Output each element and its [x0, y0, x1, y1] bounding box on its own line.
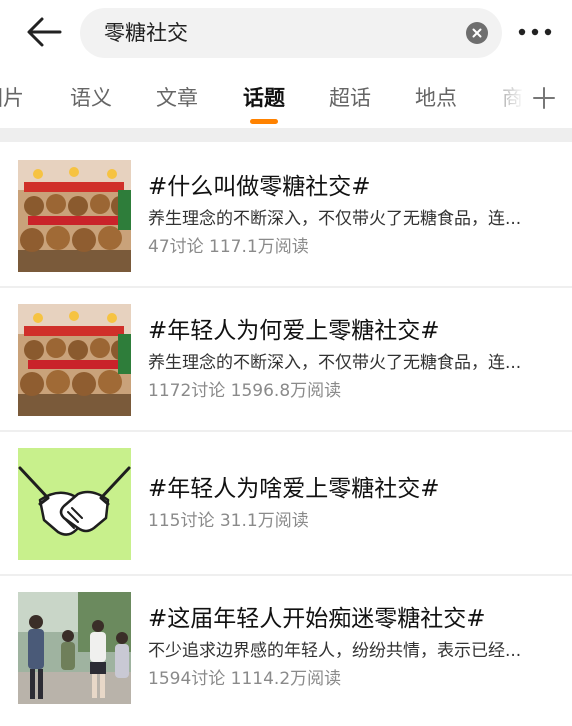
topic-thumbnail: [18, 592, 131, 704]
topic-stats: 115讨论 31.1万阅读: [148, 511, 309, 531]
topic-title[interactable]: #年轻人为何爱上零糖社交#: [148, 316, 440, 346]
back-arrow-icon[interactable]: [24, 14, 64, 50]
search-input[interactable]: 零糖社交: [104, 20, 188, 46]
more-options-icon[interactable]: [516, 24, 556, 40]
topic-description: 养生理念的不断深入，不仅带火了无糖食品，连...: [148, 209, 522, 229]
section-separator: [0, 128, 572, 142]
active-tab-indicator: [250, 119, 278, 124]
tab-articles[interactable]: 文章: [156, 84, 198, 112]
topic-description: 不少追求边界感的年轻人，纷纷共情，表示已经...: [148, 641, 522, 661]
topic-title[interactable]: #什么叫做零糖社交#: [148, 172, 371, 202]
topic-item[interactable]: #年轻人为何爱上零糖社交# 养生理念的不断深入，不仅带火了无糖食品，连... 1…: [0, 288, 572, 430]
tab-semantic[interactable]: 语义: [70, 84, 112, 112]
topic-stats: 1594讨论 1114.2万阅读: [148, 669, 342, 689]
topic-thumbnail: [18, 304, 131, 416]
clear-search-icon[interactable]: [466, 22, 488, 44]
search-bar[interactable]: 零糖社交: [80, 8, 502, 58]
tab-topics[interactable]: 话题: [243, 84, 285, 112]
tab-images[interactable]: 图片: [0, 84, 24, 112]
topic-description: 养生理念的不断深入，不仅带火了无糖食品，连...: [148, 353, 522, 373]
topic-title[interactable]: #年轻人为啥爱上零糖社交#: [148, 474, 440, 504]
topic-thumbnail: [18, 160, 131, 272]
topic-item[interactable]: #这届年轻人开始痴迷零糖社交# 不少追求边界感的年轻人，纷纷共情，表示已经...…: [0, 576, 572, 718]
topic-stats: 1172讨论 1596.8万阅读: [148, 381, 342, 401]
topic-title[interactable]: #这届年轻人开始痴迷零糖社交#: [148, 604, 486, 634]
tab-super-topics[interactable]: 超话: [329, 84, 371, 112]
topic-item[interactable]: #年轻人为啥爱上零糖社交# 115讨论 31.1万阅读: [0, 432, 572, 574]
topic-stats: 47讨论 117.1万阅读: [148, 237, 309, 257]
tab-fade-overlay: [478, 74, 572, 128]
add-tab-icon[interactable]: [532, 86, 556, 110]
topic-item[interactable]: #什么叫做零糖社交# 养生理念的不断深入，不仅带火了无糖食品，连... 47讨论…: [0, 142, 572, 284]
top-bar: 零糖社交: [0, 0, 572, 64]
topic-thumbnail: [18, 448, 131, 560]
tab-places[interactable]: 地点: [415, 84, 457, 112]
